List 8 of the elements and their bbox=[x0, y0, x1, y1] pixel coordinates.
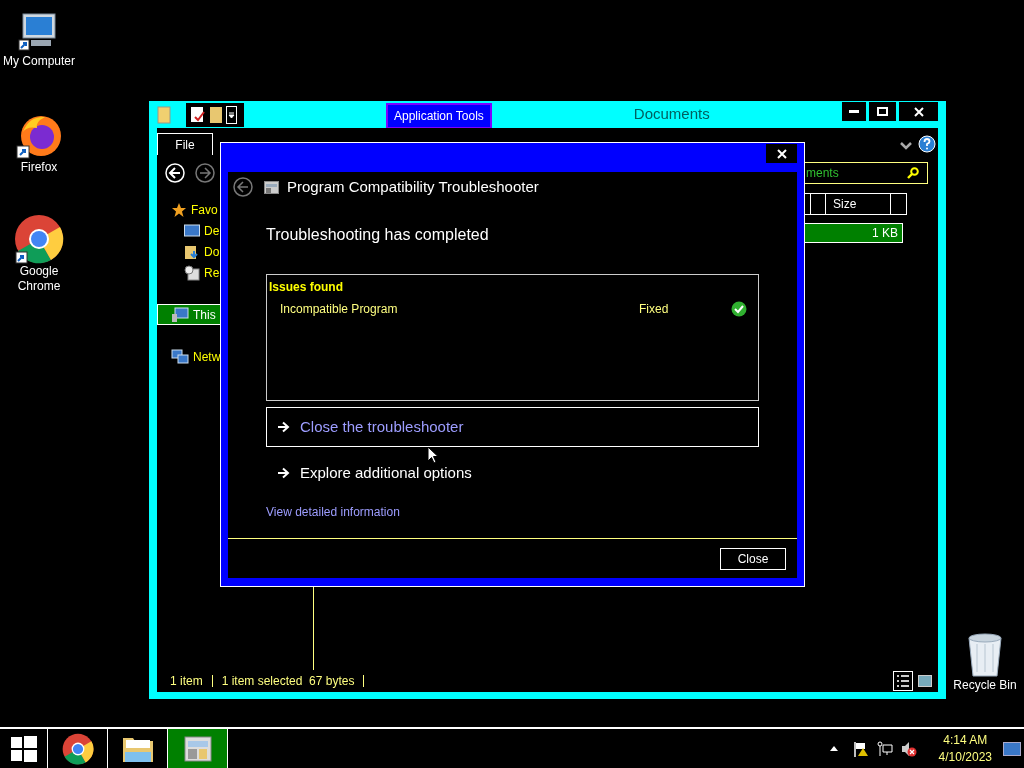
issues-heading: Issues found bbox=[269, 279, 344, 296]
issue-name: Incompatible Program bbox=[280, 301, 399, 318]
issue-status: Fixed bbox=[639, 301, 669, 318]
status-text: 1 item bbox=[170, 673, 203, 690]
dialog-title: Program Compatibility Troubleshooter bbox=[287, 176, 539, 197]
dialog-heading: Troubleshooting has completed bbox=[266, 225, 490, 245]
window-title: Documents bbox=[633, 104, 710, 125]
status-text: 1 item selected 67 bytes bbox=[221, 673, 355, 690]
